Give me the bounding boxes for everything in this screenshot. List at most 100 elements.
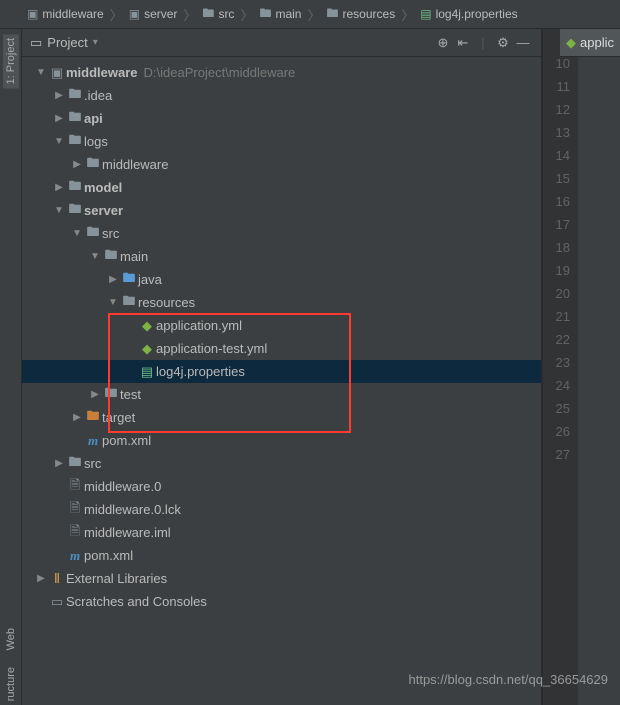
module-icon: ▣ <box>48 65 66 81</box>
module-icon: ▣ <box>129 7 140 21</box>
tree-label: server <box>84 203 123 218</box>
tree-label: External Libraries <box>66 571 167 586</box>
tree-label: middleware.iml <box>84 525 171 540</box>
folder-icon: 🖿 <box>102 246 120 268</box>
tree-row[interactable]: ▶🖿api <box>22 107 541 130</box>
locate-icon[interactable]: ⊕ <box>433 33 453 53</box>
tree-label: pom.xml <box>84 548 133 563</box>
expand-arrow[interactable]: ▶ <box>70 159 84 170</box>
expand-arrow[interactable]: ▶ <box>70 412 84 423</box>
folder-icon: 🖿 <box>66 177 84 199</box>
line-number: 24 <box>543 378 578 401</box>
expand-arrow[interactable]: ▶ <box>52 90 66 101</box>
line-number: 20 <box>543 286 578 309</box>
tree-row[interactable]: ▭Scratches and Consoles <box>22 590 541 613</box>
line-number: 14 <box>543 148 578 171</box>
tree-row[interactable]: ▼🖿main <box>22 245 541 268</box>
tree-row[interactable]: ▶🖿target <box>22 406 541 429</box>
tree-row[interactable]: ▶🖿model <box>22 176 541 199</box>
hide-icon[interactable]: — <box>513 33 533 53</box>
left-toolwindow-stripe: 1: Project Web ructure <box>0 29 22 705</box>
lib-icon: ⫴ <box>48 571 66 587</box>
tree-label: api <box>84 111 103 126</box>
m-icon: m <box>84 433 102 449</box>
tree-row[interactable]: ▤log4j.properties <box>22 360 541 383</box>
line-number: 22 <box>543 332 578 355</box>
breadcrumb-sep: 〉 <box>240 5 253 24</box>
project-panel: ▭ Project ▾ ⊕ ⇤ | ⚙ — ▼▣middlewareD:\ide… <box>22 29 542 705</box>
tree-row[interactable]: ▶⫴External Libraries <box>22 567 541 590</box>
expand-arrow[interactable]: ▼ <box>52 205 66 216</box>
expand-arrow[interactable]: ▶ <box>52 113 66 124</box>
expand-arrow[interactable]: ▼ <box>70 228 84 239</box>
tree-row[interactable]: ▶🖿java <box>22 268 541 291</box>
resources-icon: 🖿 <box>327 4 339 25</box>
tree-row[interactable]: mpom.xml <box>22 544 541 567</box>
editor-tab[interactable]: ◆ applic <box>560 29 620 57</box>
expand-arrow[interactable]: ▼ <box>34 67 48 78</box>
folder-blue-icon: 🖿 <box>120 269 138 291</box>
expand-arrow[interactable]: ▶ <box>52 182 66 193</box>
tree-row[interactable]: ◆application-test.yml <box>22 337 541 360</box>
breadcrumb-item[interactable]: 🖿resources <box>325 4 398 25</box>
editor-tab-label: applic <box>580 35 614 50</box>
breadcrumb-sep: 〉 <box>110 5 123 24</box>
tree-label: java <box>138 272 162 287</box>
line-number: 11 <box>543 79 578 102</box>
tool-tab-web[interactable]: Web <box>3 624 19 654</box>
m-icon: m <box>66 548 84 564</box>
tree-row[interactable]: ▶🖿.idea <box>22 84 541 107</box>
gear-icon[interactable]: ⚙ <box>493 33 513 53</box>
expand-arrow[interactable]: ▼ <box>52 136 66 147</box>
dropdown-icon[interactable]: ▾ <box>93 37 98 48</box>
collapse-icon[interactable]: ⇤ <box>453 33 473 53</box>
breadcrumb-item[interactable]: ▣middleware <box>25 7 106 21</box>
tree-label: middleware.0.lck <box>84 502 181 517</box>
breadcrumb-item[interactable]: 🖿main <box>257 4 303 25</box>
tree-row[interactable]: ▶🖿src <box>22 452 541 475</box>
tree-row[interactable]: ▼🖿logs <box>22 130 541 153</box>
tree-label: application-test.yml <box>156 341 267 356</box>
tree-row[interactable]: ▼▣middlewareD:\ideaProject\middleware <box>22 61 541 84</box>
tree-row[interactable]: ▶🖿test <box>22 383 541 406</box>
tool-tab-project[interactable]: 1: Project <box>3 34 19 88</box>
folder-icon: 🖿 <box>66 85 84 107</box>
tree-row[interactable]: ◆application.yml <box>22 314 541 337</box>
tree-label: Scratches and Consoles <box>66 594 207 609</box>
expand-arrow[interactable]: ▼ <box>88 251 102 262</box>
file-q-icon: 🗎 <box>66 499 84 521</box>
tree-label: model <box>84 180 122 195</box>
tree-row[interactable]: 🗎middleware.iml <box>22 521 541 544</box>
tree-row[interactable]: ▼🖿resources <box>22 291 541 314</box>
line-number: 13 <box>543 125 578 148</box>
line-number: 25 <box>543 401 578 424</box>
tree-row[interactable]: 🗎middleware.0.lck <box>22 498 541 521</box>
tree-row[interactable]: 🗎middleware.0 <box>22 475 541 498</box>
tree-label: pom.xml <box>102 433 151 448</box>
folder-icon: 🖿 <box>259 4 271 25</box>
yml-icon: ◆ <box>138 318 156 334</box>
tree-label: log4j.properties <box>156 364 245 379</box>
breadcrumb: ▣middleware〉▣server〉🖿src〉🖿main〉🖿resource… <box>0 0 620 29</box>
tree-row[interactable]: ▼🖿server <box>22 199 541 222</box>
expand-arrow[interactable]: ▶ <box>88 389 102 400</box>
expand-arrow[interactable]: ▶ <box>106 274 120 285</box>
tree-label: main <box>120 249 148 264</box>
line-number: 17 <box>543 217 578 240</box>
tree-row[interactable]: mpom.xml <box>22 429 541 452</box>
tree-label: src <box>102 226 119 241</box>
project-tree[interactable]: ▼▣middlewareD:\ideaProject\middleware▶🖿.… <box>22 57 541 705</box>
breadcrumb-item[interactable]: ▣server <box>127 7 180 21</box>
breadcrumb-item[interactable]: ▤log4j.properties <box>418 7 519 21</box>
panel-title: Project <box>47 35 87 50</box>
tree-row[interactable]: ▶🖿middleware <box>22 153 541 176</box>
expand-arrow[interactable]: ▶ <box>52 458 66 469</box>
expand-arrow[interactable]: ▼ <box>106 297 120 308</box>
tree-row[interactable]: ▼🖿src <box>22 222 541 245</box>
folder-icon: 🖿 <box>102 384 120 406</box>
breadcrumb-item[interactable]: 🖿src <box>200 4 236 25</box>
expand-arrow[interactable]: ▶ <box>34 573 48 584</box>
tool-tab-structure[interactable]: ructure <box>3 663 19 705</box>
yml-icon: ◆ <box>138 341 156 357</box>
folder-icon: 🖿 <box>84 154 102 176</box>
